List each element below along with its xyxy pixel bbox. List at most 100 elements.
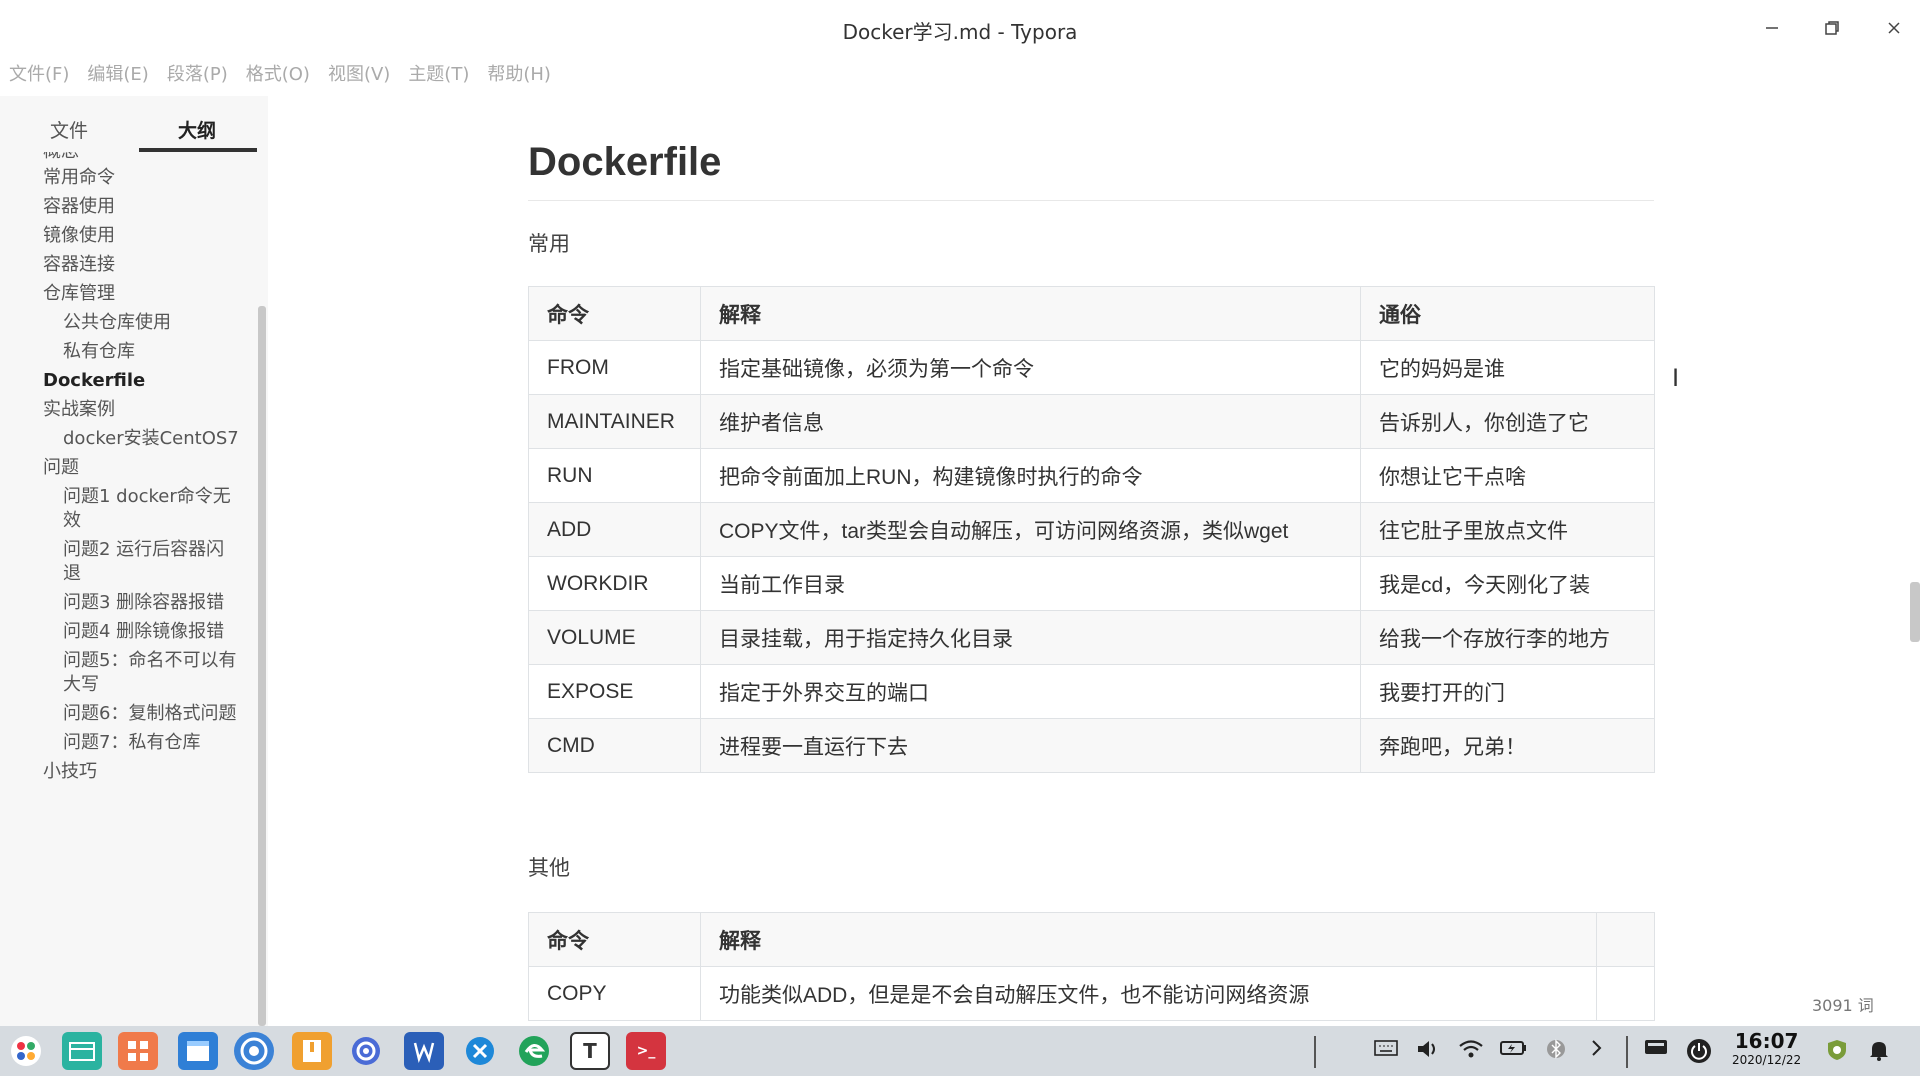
table-cell[interactable]: 往它肚子里放点文件 xyxy=(1360,502,1655,557)
table-cell[interactable]: 把命令前面加上RUN，构建镜像时执行的命令 xyxy=(700,448,1361,503)
outline-item[interactable]: docker安装CentOS7 xyxy=(0,427,258,451)
outline-item[interactable]: 问题7：私有仓库 xyxy=(0,731,258,755)
table-cell[interactable]: 我是cd，今天刚化了装 xyxy=(1360,556,1655,611)
table-cell[interactable]: EXPOSE xyxy=(528,664,701,719)
outline-item[interactable]: 问题1 docker命令无效 xyxy=(0,485,258,533)
table-cell[interactable]: WORKDIR xyxy=(528,556,701,611)
menu-theme[interactable]: 主题(T) xyxy=(399,60,478,92)
table-cell[interactable]: 给我一个存放行李的地方 xyxy=(1360,610,1655,665)
menu-file[interactable]: 文件(F) xyxy=(0,60,78,92)
table-row[interactable]: CMD 进程要一直运行下去 奔跑吧，兄弟！ xyxy=(528,718,1655,773)
outline-item[interactable]: 问题2 运行后容器闪退 xyxy=(0,538,258,586)
word-icon[interactable] xyxy=(404,1032,444,1070)
outline-item[interactable]: 公共仓库使用 xyxy=(0,311,258,335)
file-manager-icon[interactable] xyxy=(62,1032,102,1070)
table-row[interactable]: EXPOSE 指定于外界交互的端口 我要打开的门 xyxy=(528,664,1655,719)
table-cell[interactable]: 告诉别人，你创造了它 xyxy=(1360,394,1655,449)
settings-icon[interactable] xyxy=(346,1032,386,1070)
restore-button[interactable] xyxy=(1814,12,1850,44)
menu-bar: 文件(F) 编辑(E) 段落(P) 格式(O) 视图(V) 主题(T) 帮助(H… xyxy=(0,60,560,92)
table-cell[interactable]: 目录挂载，用于指定持久化目录 xyxy=(700,610,1361,665)
table-row[interactable]: MAINTAINER 维护者信息 告诉别人，你创造了它 xyxy=(528,394,1655,449)
app-store-icon[interactable] xyxy=(118,1032,158,1070)
table-row[interactable]: RUN 把命令前面加上RUN，构建镜像时执行的命令 你想让它干点啥 xyxy=(528,448,1655,503)
outline-item[interactable]: 常用命令 xyxy=(0,166,258,190)
table-cell[interactable]: 当前工作目录 xyxy=(700,556,1361,611)
table-cell[interactable]: MAINTAINER xyxy=(528,394,701,449)
launcher-icon[interactable] xyxy=(6,1032,46,1070)
menu-edit[interactable]: 编辑(E) xyxy=(78,60,157,92)
edge-icon[interactable] xyxy=(514,1032,554,1070)
other-commands-table[interactable]: 命令 解释 COPY 功能类似ADD，但是是不会自动解压文件，也不能访问网络资源 xyxy=(528,912,1655,1021)
table-cell[interactable]: CMD xyxy=(528,718,701,773)
keyboard-icon[interactable] xyxy=(1374,1038,1398,1062)
table-cell[interactable]: 我要打开的门 xyxy=(1360,664,1655,719)
sidebar-tabs: 文件 大纲 xyxy=(0,96,268,156)
outline-item-partial[interactable]: 概念 xyxy=(0,152,258,166)
minimize-icon xyxy=(1766,27,1778,29)
wifi-icon[interactable] xyxy=(1458,1038,1484,1065)
security-icon[interactable] xyxy=(1826,1038,1848,1067)
bell-icon[interactable] xyxy=(1868,1038,1890,1067)
table-cell[interactable]: 维护者信息 xyxy=(700,394,1361,449)
battery-icon[interactable] xyxy=(1500,1038,1528,1062)
sidebar-scrollbar[interactable] xyxy=(258,306,266,1026)
menu-format[interactable]: 格式(O) xyxy=(237,60,319,92)
table-cell[interactable]: FROM xyxy=(528,340,701,395)
bluetooth-icon[interactable] xyxy=(1546,1038,1566,1065)
outline-item[interactable]: 小技巧 xyxy=(0,760,258,784)
outline-item[interactable]: 容器连接 xyxy=(0,253,258,277)
tab-outline[interactable]: 大纲 xyxy=(178,116,216,143)
outline-item[interactable]: 仓库管理 xyxy=(0,282,258,306)
chevron-right-icon[interactable] xyxy=(1590,1038,1604,1063)
typora-icon[interactable]: T xyxy=(570,1032,610,1070)
minimize-button[interactable] xyxy=(1754,12,1790,44)
menu-paragraph[interactable]: 段落(P) xyxy=(158,60,237,92)
table-cell[interactable]: COPY文件，tar类型会自动解压，可访问网络资源，类似wget xyxy=(700,502,1361,557)
table-cell[interactable]: 奔跑吧，兄弟！ xyxy=(1360,718,1655,773)
tab-files[interactable]: 文件 xyxy=(50,116,88,143)
table-cell[interactable]: 进程要一直运行下去 xyxy=(700,718,1361,773)
volume-icon[interactable] xyxy=(1416,1038,1440,1065)
table-cell[interactable]: COPY xyxy=(528,966,701,1021)
store-icon[interactable] xyxy=(178,1032,218,1070)
terminal-icon[interactable]: >_ xyxy=(626,1032,666,1070)
table-row[interactable]: VOLUME 目录挂载，用于指定持久化目录 给我一个存放行李的地方 xyxy=(528,610,1655,665)
table-row[interactable]: WORKDIR 当前工作目录 我是cd，今天刚化了装 xyxy=(528,556,1655,611)
outline-item[interactable]: Dockerfile xyxy=(0,369,258,393)
outline-item[interactable]: 问题3 删除容器报错 xyxy=(0,591,258,615)
table-cell[interactable]: VOLUME xyxy=(528,610,701,665)
archive-icon[interactable] xyxy=(292,1032,332,1070)
browser-icon[interactable] xyxy=(234,1032,274,1070)
outline-item[interactable]: 私有仓库 xyxy=(0,340,258,364)
editor[interactable]: Dockerfile 常用 命令 解释 通俗 FROM 指定基础镜像，必须为第一个… xyxy=(270,96,1920,1026)
table-row[interactable]: FROM 指定基础镜像，必须为第一个命令 它的妈妈是谁 xyxy=(528,340,1655,395)
table-cell[interactable]: 指定基础镜像，必须为第一个命令 xyxy=(700,340,1361,395)
table-row[interactable]: COPY 功能类似ADD，但是是不会自动解压文件，也不能访问网络资源 xyxy=(528,966,1655,1021)
menu-help[interactable]: 帮助(H) xyxy=(478,60,560,92)
outline-item[interactable]: 实战案例 xyxy=(0,398,258,422)
outline-item[interactable]: 问题6：复制格式问题 xyxy=(0,702,258,726)
outline-item[interactable]: 容器使用 xyxy=(0,195,258,219)
display-icon[interactable] xyxy=(1644,1038,1668,1063)
table-cell[interactable] xyxy=(1596,966,1655,1021)
outline-item[interactable]: 镜像使用 xyxy=(0,224,258,248)
close-button[interactable] xyxy=(1876,12,1912,44)
table-cell[interactable]: 指定于外界交互的端口 xyxy=(700,664,1361,719)
table-cell[interactable]: ADD xyxy=(528,502,701,557)
table-row[interactable]: ADD COPY文件，tar类型会自动解压，可访问网络资源，类似wget 往它肚子里… xyxy=(528,502,1655,557)
outline-item[interactable]: 问题 xyxy=(0,456,258,480)
menu-view[interactable]: 视图(V) xyxy=(319,60,399,92)
outline-item[interactable]: 问题4 删除镜像报错 xyxy=(0,620,258,644)
commands-table[interactable]: 命令 解释 通俗 FROM 指定基础镜像，必须为第一个命令 它的妈妈是谁 MAINTA… xyxy=(528,286,1655,773)
word-count[interactable]: 3091 词 xyxy=(1812,992,1874,1016)
outline-item[interactable]: 问题5：命名不可以有大写 xyxy=(0,649,258,697)
xmind-icon[interactable] xyxy=(460,1032,500,1070)
table-cell[interactable]: 功能类似ADD，但是是不会自动解压文件，也不能访问网络资源 xyxy=(700,966,1597,1021)
editor-scrollbar[interactable] xyxy=(1910,582,1920,642)
table-cell[interactable]: 它的妈妈是谁 xyxy=(1360,340,1655,395)
table-cell[interactable]: 你想让它干点啥 xyxy=(1360,448,1655,503)
system-clock[interactable]: 16:07 2020/12/22 xyxy=(1732,1030,1801,1068)
power-icon[interactable] xyxy=(1686,1038,1712,1069)
table-cell[interactable]: RUN xyxy=(528,448,701,503)
